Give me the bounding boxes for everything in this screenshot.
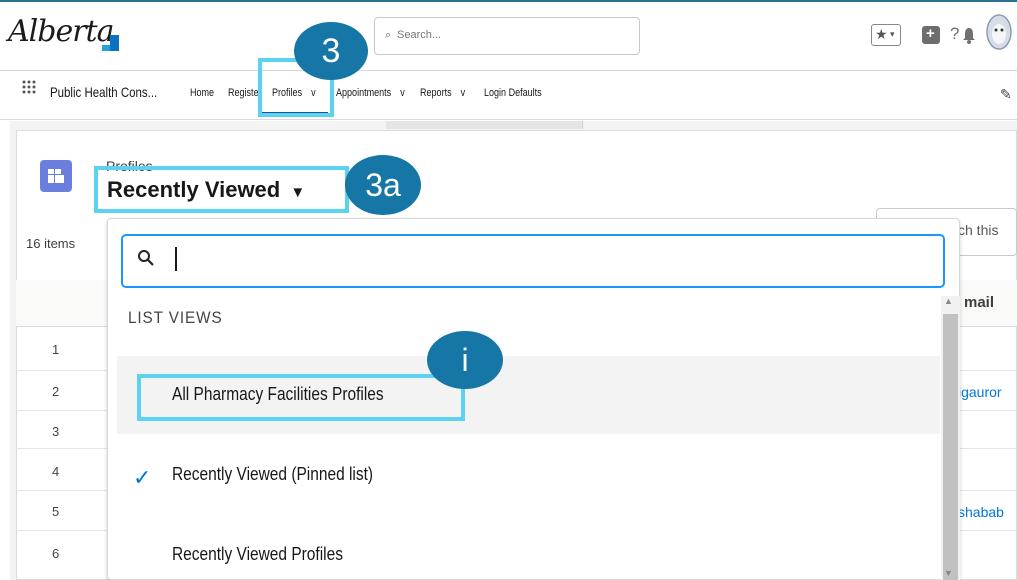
- row-number: 2: [52, 384, 60, 399]
- search-icon: [137, 249, 155, 272]
- email-link[interactable]: shabab: [958, 504, 1004, 520]
- list-view-search-input[interactable]: [121, 234, 945, 288]
- highlight-all-pharmacy-item: [137, 374, 465, 421]
- alberta-logo-mark: [110, 35, 119, 51]
- scroll-down-arrow-icon[interactable]: ▼: [944, 568, 953, 578]
- row-number: 1: [52, 342, 60, 357]
- search-list-placeholder: ch this: [958, 222, 999, 238]
- nav-item-appointments-label: Appointments: [336, 87, 392, 99]
- row-number: 3: [52, 424, 60, 439]
- step-badge-3: 3: [294, 22, 368, 80]
- nav-item-reports[interactable]: Reports v: [420, 87, 465, 99]
- profiles-object-icon: [40, 160, 72, 192]
- row-number: 6: [52, 546, 60, 561]
- search-icon: ⌕: [385, 29, 392, 41]
- app-name: Public Health Cons...: [50, 84, 158, 100]
- text-cursor: [175, 247, 177, 271]
- dropdown-scrollbar-thumb[interactable]: [943, 314, 958, 580]
- app-launcher-icon[interactable]: [22, 80, 36, 94]
- items-count: 16 items: [26, 236, 76, 251]
- avatar[interactable]: [986, 14, 1012, 50]
- row-number: 5: [52, 504, 60, 519]
- alberta-logo[interactable]: Alberta: [8, 14, 114, 49]
- add-icon[interactable]: +: [922, 25, 940, 44]
- chevron-down-icon: v: [400, 87, 405, 99]
- checkmark-icon: ✓: [133, 465, 152, 490]
- email-link[interactable]: igauror: [958, 384, 1002, 400]
- step-badge-i: i: [427, 331, 503, 389]
- step-badge-3a: 3a: [345, 155, 421, 215]
- highlight-list-view-title: [94, 166, 349, 213]
- edit-nav-pencil-icon[interactable]: ✎: [1000, 86, 1012, 103]
- nav-item-home[interactable]: Home: [190, 87, 214, 99]
- nav-item-appointments[interactable]: Appointments v: [336, 87, 405, 99]
- chevron-down-icon: v: [460, 87, 466, 99]
- help-icon[interactable]: ?: [950, 24, 959, 44]
- scroll-up-arrow-icon[interactable]: ▲: [944, 296, 953, 306]
- workspace-tab-strip: [386, 121, 583, 129]
- row-number: 4: [52, 464, 60, 479]
- alberta-logo-mark-accent: [102, 45, 110, 51]
- favorites-icon[interactable]: ★ ▾: [871, 24, 901, 46]
- dropdown-item-recently-viewed-profiles[interactable]: Recently Viewed Profiles: [172, 544, 343, 565]
- global-search-placeholder: Search...: [397, 29, 442, 41]
- dropdown-item-recently-viewed-pinned[interactable]: Recently Viewed (Pinned list): [172, 464, 373, 485]
- column-header-email[interactable]: mail: [964, 294, 994, 311]
- nav-item-reports-label: Reports: [420, 87, 452, 99]
- nav-item-login-defaults[interactable]: Login Defaults: [484, 87, 542, 99]
- list-views-section-header: LIST VIEWS: [128, 308, 223, 327]
- nav-item-register[interactable]: Register: [228, 87, 262, 99]
- notification-bell-icon[interactable]: [963, 25, 975, 45]
